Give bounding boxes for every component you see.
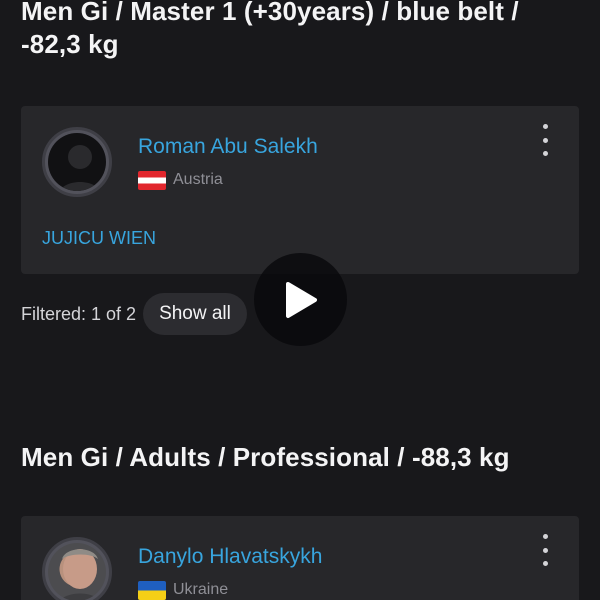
avatar[interactable] <box>42 127 112 197</box>
more-options-icon[interactable] <box>535 534 555 566</box>
athlete-card[interactable]: Roman Abu Salekh Austria JUJICU WIEN <box>21 106 579 274</box>
default-avatar-icon <box>48 133 106 191</box>
more-options-icon[interactable] <box>535 124 555 156</box>
club-link[interactable]: JUJICU WIEN <box>42 226 156 250</box>
play-icon <box>285 281 317 318</box>
athlete-name-link[interactable]: Roman Abu Salekh <box>138 134 318 160</box>
page: Men Gi / Master 1 (+30years) / blue belt… <box>0 0 600 600</box>
avatar[interactable] <box>42 537 112 600</box>
country-label: Austria <box>173 171 223 188</box>
section-title: Men Gi / Adults / Professional / -88,3 k… <box>21 442 510 472</box>
austria-flag-icon <box>138 170 166 190</box>
filter-count: Filtered: 1 of 2 <box>21 304 137 324</box>
athlete-country: Austria <box>138 170 223 190</box>
profile-photo <box>48 543 106 600</box>
show-all-button[interactable]: Show all <box>143 293 247 335</box>
ukraine-flag-icon <box>138 580 166 600</box>
section-title: Men Gi / Master 1 (+30years) / blue belt… <box>21 0 519 59</box>
play-button[interactable] <box>254 253 347 346</box>
athlete-card[interactable]: Danylo Hlavatskykh Ukraine <box>21 516 579 600</box>
athlete-name-link[interactable]: Danylo Hlavatskykh <box>138 544 322 570</box>
filter-status: Filtered: 1 of 2 Show all <box>21 293 247 335</box>
athlete-country: Ukraine <box>138 580 228 600</box>
country-label: Ukraine <box>173 581 229 598</box>
